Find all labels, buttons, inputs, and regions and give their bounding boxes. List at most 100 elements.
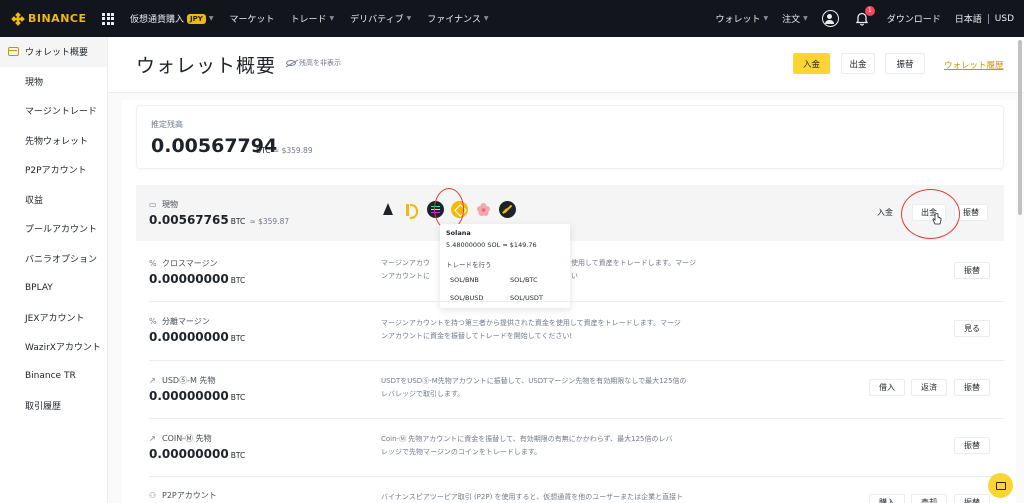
coinm-futures-title: ↗ COIN-Ⓜ 先物 xyxy=(149,433,212,444)
nav-trade[interactable]: トレード ▼ xyxy=(290,12,334,25)
sidebar-item-label: プールアカウント xyxy=(25,225,98,236)
spot-title: ▭ 現物 xyxy=(149,199,178,210)
coinm-futures-amount: 0.00000000 BTC xyxy=(149,447,245,461)
spot-unit: BTC xyxy=(230,217,246,226)
cross-margin-unit: BTC xyxy=(230,276,246,285)
sidebar-item-wazirx[interactable]: WazirXアカウント xyxy=(0,332,107,362)
sidebar-item-label: 取引履歴 xyxy=(25,402,62,413)
usdm-futures-row: ↗ USDⓈ-M 先物 0.00000000 BTC USDTをUSDⓈ-M先物ア… xyxy=(136,368,1004,420)
sidebar-item-futures[interactable]: 先物ウォレット xyxy=(0,126,107,156)
chat-icon xyxy=(995,481,1006,490)
usdm-futures-value: 0.00000000 xyxy=(149,389,229,403)
sidebar-item-jex[interactable]: JEXアカウント xyxy=(0,303,107,333)
desc-line: マージンアカウントを持つ第三者から提供された資金を使用して資産をトレードします。… xyxy=(381,319,681,327)
nav-orders[interactable]: 注文 ▼ xyxy=(782,12,808,25)
nav-download[interactable]: ダウンロード xyxy=(887,12,941,25)
chart-icon: ↗ xyxy=(149,375,156,385)
desc-line: 使用して資産をトレードします。マージ xyxy=(571,259,696,267)
notification-count-badge: 1 xyxy=(864,5,875,16)
nav-orders-label: 注文 xyxy=(782,15,801,25)
flower-coin-icon[interactable] xyxy=(475,201,492,218)
nav-finance[interactable]: ファイナンス ▼ xyxy=(427,12,488,25)
nav-download-label: ダウンロード xyxy=(886,15,941,25)
apps-grid-icon[interactable] xyxy=(102,12,114,25)
wallet-icon: ▭ xyxy=(149,199,157,209)
coin-icon-d[interactable] xyxy=(403,201,420,219)
isolated-margin-amount: 0.00000000 BTC xyxy=(149,330,245,344)
desc-line: ンアカウントに資金を振替してトレードを開始してください! xyxy=(381,332,573,340)
isolated-margin-title: % 分離マージン xyxy=(149,316,210,327)
deposit-button[interactable]: 入金 xyxy=(793,53,830,74)
withdraw-button[interactable]: 出金 xyxy=(841,53,875,74)
isolated-margin-view-button[interactable]: 見る xyxy=(954,320,990,337)
sidebar-item-wallet-overview[interactable]: ウォレット概要 xyxy=(0,37,107,67)
coin-icon-triangle[interactable] xyxy=(379,201,396,218)
binance-logo[interactable]: BINANCE xyxy=(11,11,98,26)
popover-coin-name: Solana xyxy=(446,229,471,237)
cross-margin-description: マージンアカウ ンアカウントに xyxy=(381,257,445,283)
coin-icon-dark[interactable] xyxy=(499,201,516,218)
transfer-button[interactable]: 振替 xyxy=(885,53,925,74)
cross-margin-transfer-button[interactable]: 振替 xyxy=(954,262,990,279)
usdm-borrow-button[interactable]: 借入 xyxy=(869,379,905,396)
sidebar-item-history[interactable]: 取引履歴 xyxy=(0,391,107,421)
page-title: ウォレット概要 xyxy=(136,55,277,77)
nav-derivatives-label: デリバティブ xyxy=(350,15,404,25)
sidebar-item-label: 収益 xyxy=(25,195,44,206)
row-divider xyxy=(149,476,1004,477)
popover-coin-balance: 5.48000000 SOL ≈ $149.76 xyxy=(446,241,537,249)
spot-title-label: 現物 xyxy=(162,200,178,209)
language-selector[interactable]: 日本語 xyxy=(955,12,982,25)
coinm-transfer-button[interactable]: 振替 xyxy=(954,437,990,454)
desc-line: Coin-Ⓜ 先物アカウントに資金を振替して、有効期限の有無にかかわらず、最大1… xyxy=(381,435,673,443)
sidebar-item-p2p[interactable]: P2Pアカウント xyxy=(0,155,107,185)
p2p-transfer-button[interactable]: 振替 xyxy=(954,494,990,503)
balance-usd: ≈ $359.89 xyxy=(272,146,313,155)
cross-margin-description-right: 使用して資産をトレードします。マージ い xyxy=(571,257,721,283)
sidebar-item-binance-tr[interactable]: Binance TR xyxy=(0,362,107,392)
estimated-balance-label: 推定残高 xyxy=(151,120,183,129)
usdm-transfer-button[interactable]: 振替 xyxy=(954,379,990,396)
nav-buy-crypto[interactable]: 仮想通貨購入 JPY ▼ xyxy=(130,12,213,25)
usdm-repay-button[interactable]: 返済 xyxy=(911,379,947,396)
annotation-circle xyxy=(901,189,960,239)
nav-wallet[interactable]: ウォレット ▼ xyxy=(715,12,768,25)
cross-margin-title: % クロスマージン xyxy=(149,258,218,269)
hide-balance-toggle[interactable]: 残高を非表示 xyxy=(286,58,341,68)
cross-margin-amount: 0.00000000 BTC xyxy=(149,272,245,286)
binance-logo-icon xyxy=(11,11,25,26)
chat-support-button[interactable] xyxy=(988,473,1013,498)
scrollbar[interactable] xyxy=(1018,40,1022,215)
sidebar-item-pool[interactable]: プールアカウント xyxy=(0,214,107,244)
sidebar-item-vanilla-options[interactable]: バニラオプション xyxy=(0,244,107,274)
sidebar-item-label: WazirXアカウント xyxy=(25,343,101,354)
nav-derivatives[interactable]: デリバティブ ▼ xyxy=(350,12,411,25)
coinm-futures-row: ↗ COIN-Ⓜ 先物 0.00000000 BTC Coin-Ⓜ 先物アカウント… xyxy=(136,426,1004,478)
wallet-history-link[interactable]: ウォレット履歴 xyxy=(944,59,1004,71)
sidebar-item-margin[interactable]: マージントレード xyxy=(0,96,107,126)
desc-line: USDTをUSDⓈ-M先物アカウントに振替して、USDTマージン先物を有効期限な… xyxy=(381,377,687,385)
sidebar-item-label: JEXアカウント xyxy=(25,313,85,324)
sidebar-item-spot[interactable]: 現物 xyxy=(0,67,107,97)
p2p-buy-button[interactable]: 購入 xyxy=(869,494,905,503)
notification-bell-icon[interactable]: 1 xyxy=(855,5,875,26)
p2p-description: バイナンスピアツーピア取引 (P2P) を使用すると、仮想通貨を他のユーザーまた… xyxy=(381,491,711,503)
currency-selector[interactable]: USD xyxy=(995,14,1014,24)
p2p-account-row: ⚇ P2Pアカウント バイナンスピアツーピア取引 (P2P) を使用すると、仮想… xyxy=(136,486,1004,503)
sidebar-item-earn[interactable]: 収益 xyxy=(0,185,107,215)
coinm-futures-label: COIN-Ⓜ 先物 xyxy=(162,434,212,443)
sidebar-item-label: BPLAY xyxy=(25,282,53,293)
nav-wallet-label: ウォレット xyxy=(715,15,761,25)
sidebar-item-label: Binance TR xyxy=(25,371,76,382)
spot-account-row: ▭ 現物 0.00567765 BTC ≈ $359.87 入金 出金 振替 xyxy=(136,185,1004,241)
row-divider xyxy=(149,301,1004,302)
user-profile-icon[interactable] xyxy=(821,10,839,27)
sidebar-item-bplay[interactable]: BPLAY xyxy=(0,273,107,303)
spot-deposit-button[interactable]: 入金 xyxy=(868,204,902,221)
users-icon: ⚇ xyxy=(149,490,157,500)
balance-unit: BTC xyxy=(256,146,271,155)
p2p-sell-button[interactable]: 売却 xyxy=(911,494,947,503)
nav-markets[interactable]: マーケット xyxy=(229,12,274,25)
eye-slash-icon xyxy=(286,60,296,66)
isolated-margin-row: % 分離マージン 0.00000000 BTC マージンアカウントを持つ第三者から… xyxy=(136,310,1004,362)
